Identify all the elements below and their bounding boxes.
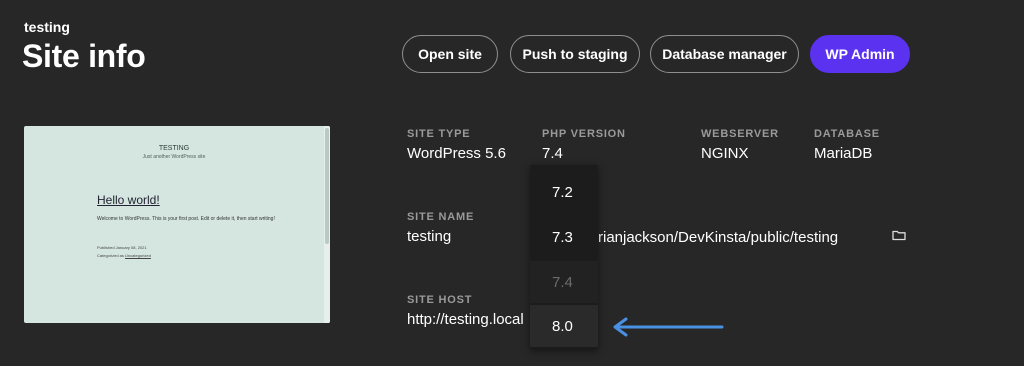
- site-label: testing: [24, 19, 70, 35]
- database-manager-button[interactable]: Database manager: [650, 35, 799, 73]
- php-version-label: PHP VERSION: [542, 128, 626, 140]
- page-title: Site info: [22, 38, 146, 74]
- webserver-label: WEBSERVER: [701, 128, 779, 140]
- preview-site-title: TESTING: [158, 145, 190, 152]
- site-host-label: SITE HOST: [407, 294, 473, 306]
- site-type-value: WordPress 5.6: [407, 145, 506, 162]
- site-type-label: SITE TYPE: [407, 128, 471, 140]
- site-name-label: SITE NAME: [407, 211, 475, 223]
- preview-scrollbar: [325, 128, 329, 244]
- php-version-select[interactable]: 7.4: [542, 145, 563, 162]
- wp-admin-button[interactable]: WP Admin: [810, 35, 910, 73]
- folder-icon[interactable]: [892, 229, 906, 241]
- database-label: DATABASE: [814, 128, 880, 140]
- site-name-value: testing: [407, 228, 452, 245]
- site-host-value[interactable]: http://testing.local: [407, 311, 524, 328]
- site-path-value: rianjackson/DevKinsta/public/testing: [598, 229, 839, 246]
- php-version-dropdown[interactable]: 7.2 7.3 7.4 8.0: [530, 165, 598, 349]
- push-to-staging-button[interactable]: Push to staging: [510, 35, 640, 73]
- preview-categorized-prefix: Categorized as: [97, 253, 124, 258]
- preview-post-meta: Published January 08, 2021 Categorized a…: [97, 244, 151, 260]
- preview-tagline: Just another WordPress site: [142, 154, 206, 160]
- php-option-72[interactable]: 7.2: [530, 171, 598, 213]
- php-option-74: 7.4: [530, 261, 598, 303]
- database-value: MariaDB: [814, 145, 873, 162]
- php-option-73[interactable]: 7.3: [530, 216, 598, 258]
- open-site-button[interactable]: Open site: [402, 35, 498, 73]
- preview-category-link: Uncategorized: [125, 253, 151, 258]
- php-option-80[interactable]: 8.0: [530, 305, 598, 347]
- arrow-left-icon: [613, 317, 724, 337]
- webserver-value: NGINX: [701, 145, 749, 162]
- preview-published: Published January 08, 2021: [97, 245, 147, 250]
- preview-categories: Categorized as Uncategorized: [97, 252, 151, 260]
- site-preview-thumbnail[interactable]: TESTING Just another WordPress site Hell…: [24, 126, 330, 323]
- preview-post-title: Hello world!: [97, 193, 160, 207]
- preview-post-body: Welcome to WordPress. This is your first…: [97, 216, 275, 222]
